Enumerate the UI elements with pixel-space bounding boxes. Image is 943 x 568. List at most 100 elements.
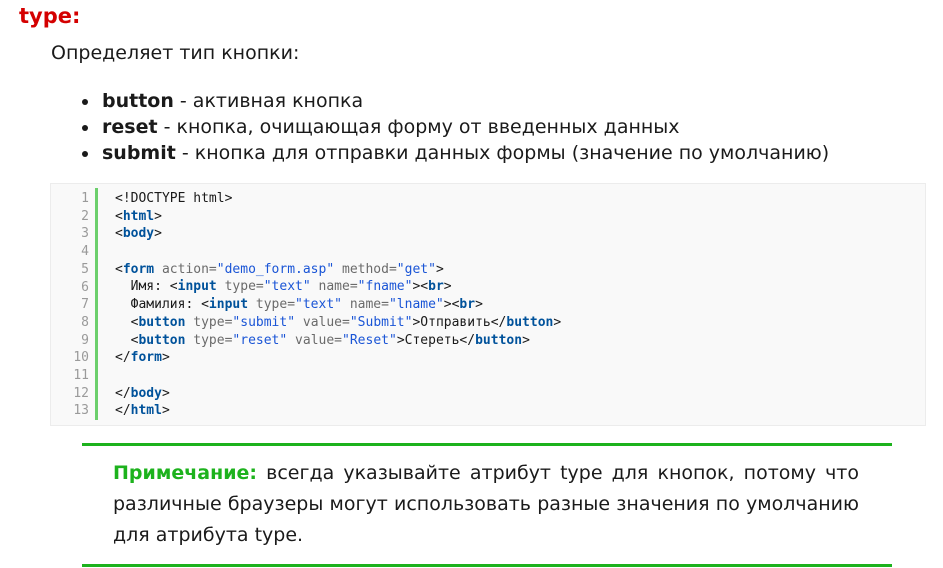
- code-line: </form>: [115, 349, 561, 367]
- code-token: <!DOCTYPE html>: [115, 191, 233, 206]
- code-line: <button type="reset" value="Reset">Стере…: [115, 332, 561, 350]
- code-token: "lname": [388, 297, 444, 313]
- code-token: html: [122, 208, 155, 224]
- code-token: >: [475, 297, 483, 313]
- line-number: 11: [73, 368, 89, 384]
- code-token: ><: [412, 279, 429, 295]
- type-name: button: [102, 90, 174, 112]
- code-token: action=: [161, 261, 217, 277]
- code-token: "submit": [232, 314, 296, 330]
- code-token: button: [506, 314, 554, 330]
- code-token: input: [177, 279, 217, 295]
- code-line: <button type="submit" value="Submit">Отп…: [115, 314, 562, 332]
- code-token: name=: [349, 297, 389, 313]
- code-token: name=: [318, 279, 358, 295]
- code-line: <body>: [115, 225, 561, 243]
- line-numbers: 1 2 3 4 5 6 7 8 9 10 11 12 13: [51, 190, 89, 420]
- code-token: >: [161, 385, 170, 401]
- code-token: "demo_form.asp": [216, 261, 335, 277]
- type-name: submit: [102, 142, 176, 164]
- code-example: 1 2 3 4 5 6 7 8 9 10 11 12 13 <!DOCTYPE html> <html> <…: [50, 183, 926, 426]
- code-token: form: [130, 350, 162, 366]
- type-list: button - активная кнопка reset - кнопка,…: [78, 88, 829, 166]
- line-number: 7: [81, 297, 89, 313]
- code-token: >: [435, 261, 444, 277]
- code-token: input: [208, 297, 249, 313]
- code-token: "get": [396, 261, 436, 277]
- code-token: button: [138, 314, 186, 330]
- code-line: </html>: [115, 402, 561, 420]
- code-token: >: [154, 226, 162, 242]
- code-token: >Стереть</: [396, 332, 476, 348]
- code-token: >: [154, 208, 162, 224]
- line-number: 13: [73, 403, 89, 419]
- type-name: reset: [102, 116, 158, 138]
- code-token: >: [161, 350, 170, 366]
- intro-text: Определяет тип кнопки:: [51, 42, 300, 64]
- code-token: </: [115, 385, 131, 401]
- list-item: reset - кнопка, очищающая форму от введе…: [100, 114, 829, 140]
- code-line: Имя: <input type="text" name="fname"><br…: [115, 278, 561, 296]
- code-line: Фамилия: <input type="text" name="lname"…: [115, 296, 561, 314]
- code-line: <html>: [115, 208, 561, 226]
- code-token: "text": [295, 297, 342, 313]
- list-item: submit - кнопка для отправки данных форм…: [100, 140, 829, 166]
- note-paragraph: Примечание: всегда указывайте атрибут ty…: [113, 458, 859, 551]
- code-line: </body>: [115, 385, 561, 403]
- code-token: "reset": [232, 332, 288, 348]
- code-token: button: [475, 332, 523, 348]
- code-token: method=: [342, 261, 397, 277]
- code-token: <: [115, 314, 139, 330]
- line-number: 9: [81, 332, 89, 348]
- code-token: "Submit": [349, 314, 413, 330]
- list-item: button - активная кнопка: [100, 88, 829, 114]
- code-lines: <!DOCTYPE html> <html> <body> <form action=…: [115, 190, 561, 420]
- code-token: </: [115, 350, 131, 366]
- code-token: >: [443, 279, 452, 295]
- line-number: 3: [81, 226, 89, 242]
- code-token: >: [161, 403, 170, 419]
- line-number: 2: [81, 208, 89, 224]
- code-line: <form action="demo_form.asp" method="get…: [115, 261, 561, 279]
- code-token: "fname": [357, 279, 413, 295]
- code-token: ><: [443, 297, 460, 313]
- note-label: Примечание:: [113, 462, 258, 484]
- code-token: value=: [295, 332, 343, 348]
- code-token: br: [459, 297, 476, 313]
- line-number: 8: [81, 314, 89, 330]
- code-token: <: [115, 261, 123, 277]
- code-token: "Reset": [342, 332, 397, 348]
- line-number: 5: [81, 261, 89, 277]
- code-token: button: [138, 332, 186, 348]
- code-token: body: [130, 385, 162, 401]
- code-token: type=: [193, 332, 233, 348]
- line-number: 12: [73, 385, 89, 401]
- line-number: 4: [81, 244, 89, 260]
- code-token: <: [115, 208, 123, 224]
- code-token: Имя: <: [115, 279, 178, 295]
- line-number: 1: [81, 191, 89, 206]
- type-desc: - кнопка для отправки данных формы (знач…: [175, 142, 830, 164]
- code-token: form: [122, 261, 155, 277]
- code-token: </: [115, 403, 131, 419]
- code-line: <!DOCTYPE html>: [115, 190, 561, 208]
- code-token: <: [115, 226, 123, 242]
- type-desc: - кнопка, очищающая форму от введенных д…: [157, 116, 680, 138]
- code-token: <: [115, 332, 139, 348]
- line-number: 10: [73, 350, 89, 366]
- code-token: >Отправить</: [412, 314, 507, 330]
- code-token: value=: [302, 314, 350, 330]
- code-token: Фамилия: <: [115, 297, 209, 313]
- line-number: 6: [81, 279, 89, 295]
- code-token: type=: [255, 297, 296, 313]
- code-token: >: [553, 314, 562, 330]
- code-token: type=: [193, 314, 233, 330]
